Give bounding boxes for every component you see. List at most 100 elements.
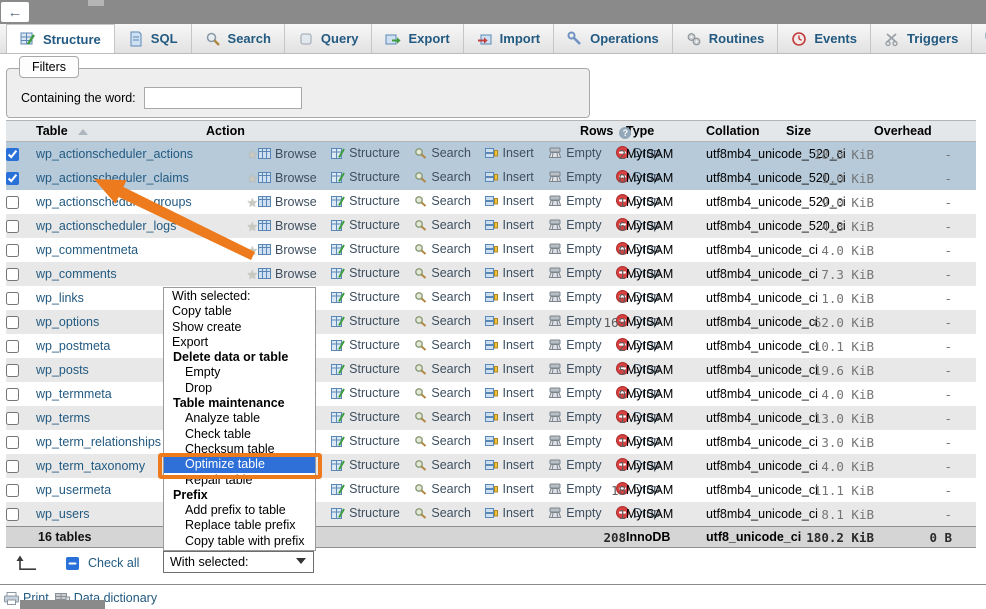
structure-link[interactable]: Structure bbox=[331, 266, 400, 280]
table-name-link[interactable]: wp_term_relationships bbox=[36, 435, 161, 449]
empty-link[interactable]: Empty bbox=[548, 362, 601, 376]
browse-link[interactable]: Browse bbox=[258, 147, 317, 161]
table-name-link[interactable]: wp_options bbox=[36, 315, 99, 329]
row-checkbox[interactable] bbox=[6, 436, 19, 449]
insert-link[interactable]: Insert bbox=[485, 458, 533, 472]
empty-link[interactable]: Empty bbox=[548, 146, 601, 160]
tab-operations[interactable]: Operations bbox=[554, 24, 673, 53]
favorite-star-icon[interactable]: ★ bbox=[206, 238, 258, 262]
menu-item[interactable]: Copy table with prefix bbox=[164, 534, 315, 549]
search-link[interactable]: Search bbox=[414, 410, 471, 424]
row-checkbox[interactable] bbox=[6, 412, 19, 425]
menu-item[interactable]: Checksum table bbox=[164, 442, 315, 457]
empty-link[interactable]: Empty bbox=[548, 170, 601, 184]
row-checkbox[interactable] bbox=[6, 220, 19, 233]
empty-link[interactable]: Empty bbox=[548, 266, 601, 280]
empty-link[interactable]: Empty bbox=[548, 434, 601, 448]
empty-link[interactable]: Empty bbox=[548, 290, 601, 304]
table-name-link[interactable]: wp_comments bbox=[36, 267, 117, 281]
insert-link[interactable]: Insert bbox=[485, 266, 533, 280]
insert-link[interactable]: Insert bbox=[485, 218, 533, 232]
structure-link[interactable]: Structure bbox=[331, 434, 400, 448]
row-checkbox[interactable] bbox=[6, 388, 19, 401]
search-link[interactable]: Search bbox=[414, 218, 471, 232]
empty-link[interactable]: Empty bbox=[548, 386, 601, 400]
table-name-link[interactable]: wp_actionscheduler_claims bbox=[36, 171, 189, 185]
search-link[interactable]: Search bbox=[414, 290, 471, 304]
insert-link[interactable]: Insert bbox=[485, 434, 533, 448]
structure-link[interactable]: Structure bbox=[331, 242, 400, 256]
with-selected-select[interactable]: With selected: bbox=[163, 551, 314, 573]
search-link[interactable]: Search bbox=[414, 242, 471, 256]
row-checkbox[interactable] bbox=[6, 292, 19, 305]
insert-link[interactable]: Insert bbox=[485, 194, 533, 208]
empty-link[interactable]: Empty bbox=[548, 458, 601, 472]
structure-link[interactable]: Structure bbox=[331, 170, 400, 184]
check-all-label[interactable]: Check all bbox=[88, 556, 139, 570]
empty-link[interactable]: Empty bbox=[548, 506, 601, 520]
empty-link[interactable]: Empty bbox=[548, 410, 601, 424]
insert-link[interactable]: Insert bbox=[485, 338, 533, 352]
table-name-link[interactable]: wp_termmeta bbox=[36, 387, 112, 401]
menu-item[interactable]: Replace table prefix bbox=[164, 518, 315, 533]
column-header-type[interactable]: Type bbox=[626, 121, 706, 142]
menu-item[interactable]: Delete data or table bbox=[164, 350, 315, 365]
favorite-star-icon[interactable]: ★ bbox=[206, 190, 258, 214]
favorite-star-icon[interactable]: ★ bbox=[206, 262, 258, 286]
menu-item[interactable]: Table maintenance bbox=[164, 396, 315, 411]
menu-item[interactable]: Export bbox=[164, 335, 315, 350]
table-name-link[interactable]: wp_usermeta bbox=[36, 483, 111, 497]
table-name-link[interactable]: wp_term_taxonomy bbox=[36, 459, 145, 473]
table-name-link[interactable]: wp_actionscheduler_groups bbox=[36, 195, 192, 209]
column-header-table[interactable]: Table bbox=[36, 121, 206, 142]
row-checkbox[interactable] bbox=[6, 148, 19, 161]
menu-item[interactable]: Check table bbox=[164, 427, 315, 442]
column-header-overhead[interactable]: Overhead bbox=[874, 121, 952, 142]
structure-link[interactable]: Structure bbox=[331, 386, 400, 400]
row-checkbox[interactable] bbox=[6, 364, 19, 377]
column-header-size[interactable]: Size bbox=[786, 121, 874, 142]
insert-link[interactable]: Insert bbox=[485, 242, 533, 256]
table-name-link[interactable]: wp_postmeta bbox=[36, 339, 110, 353]
browse-link[interactable]: Browse bbox=[258, 195, 317, 209]
table-name-link[interactable]: wp_terms bbox=[36, 411, 90, 425]
menu-item[interactable]: Analyze table bbox=[164, 411, 315, 426]
insert-link[interactable]: Insert bbox=[485, 314, 533, 328]
row-checkbox[interactable] bbox=[6, 244, 19, 257]
structure-link[interactable]: Structure bbox=[331, 362, 400, 376]
insert-link[interactable]: Insert bbox=[485, 170, 533, 184]
search-link[interactable]: Search bbox=[414, 194, 471, 208]
browse-link[interactable]: Browse bbox=[258, 243, 317, 257]
column-header-rows[interactable]: Rows? bbox=[580, 121, 626, 142]
row-checkbox[interactable] bbox=[6, 460, 19, 473]
table-name-link[interactable]: wp_commentmeta bbox=[36, 243, 138, 257]
row-checkbox[interactable] bbox=[6, 172, 19, 185]
row-checkbox[interactable] bbox=[6, 268, 19, 281]
search-link[interactable]: Search bbox=[414, 506, 471, 520]
menu-item[interactable]: Copy table bbox=[164, 304, 315, 319]
search-link[interactable]: Search bbox=[414, 146, 471, 160]
table-name-link[interactable]: wp_links bbox=[36, 291, 84, 305]
insert-link[interactable]: Insert bbox=[485, 506, 533, 520]
menu-item[interactable]: Prefix bbox=[164, 488, 315, 503]
structure-link[interactable]: Structure bbox=[331, 410, 400, 424]
search-link[interactable]: Search bbox=[414, 338, 471, 352]
search-link[interactable]: Search bbox=[414, 266, 471, 280]
menu-item[interactable]: Add prefix to table bbox=[164, 503, 315, 518]
table-name-link[interactable]: wp_posts bbox=[36, 363, 89, 377]
structure-link[interactable]: Structure bbox=[331, 290, 400, 304]
tab-routines[interactable]: Routines bbox=[673, 24, 779, 53]
empty-link[interactable]: Empty bbox=[548, 218, 601, 232]
empty-link[interactable]: Empty bbox=[548, 194, 601, 208]
insert-link[interactable]: Insert bbox=[485, 386, 533, 400]
search-link[interactable]: Search bbox=[414, 482, 471, 496]
tab-triggers[interactable]: Triggers bbox=[871, 24, 972, 53]
tab-search[interactable]: Search bbox=[192, 24, 285, 53]
row-checkbox[interactable] bbox=[6, 316, 19, 329]
insert-link[interactable]: Insert bbox=[485, 482, 533, 496]
search-link[interactable]: Search bbox=[414, 170, 471, 184]
tab-import[interactable]: Import bbox=[464, 24, 554, 53]
empty-link[interactable]: Empty bbox=[548, 482, 601, 496]
browse-link[interactable]: Browse bbox=[258, 219, 317, 233]
structure-link[interactable]: Structure bbox=[331, 194, 400, 208]
